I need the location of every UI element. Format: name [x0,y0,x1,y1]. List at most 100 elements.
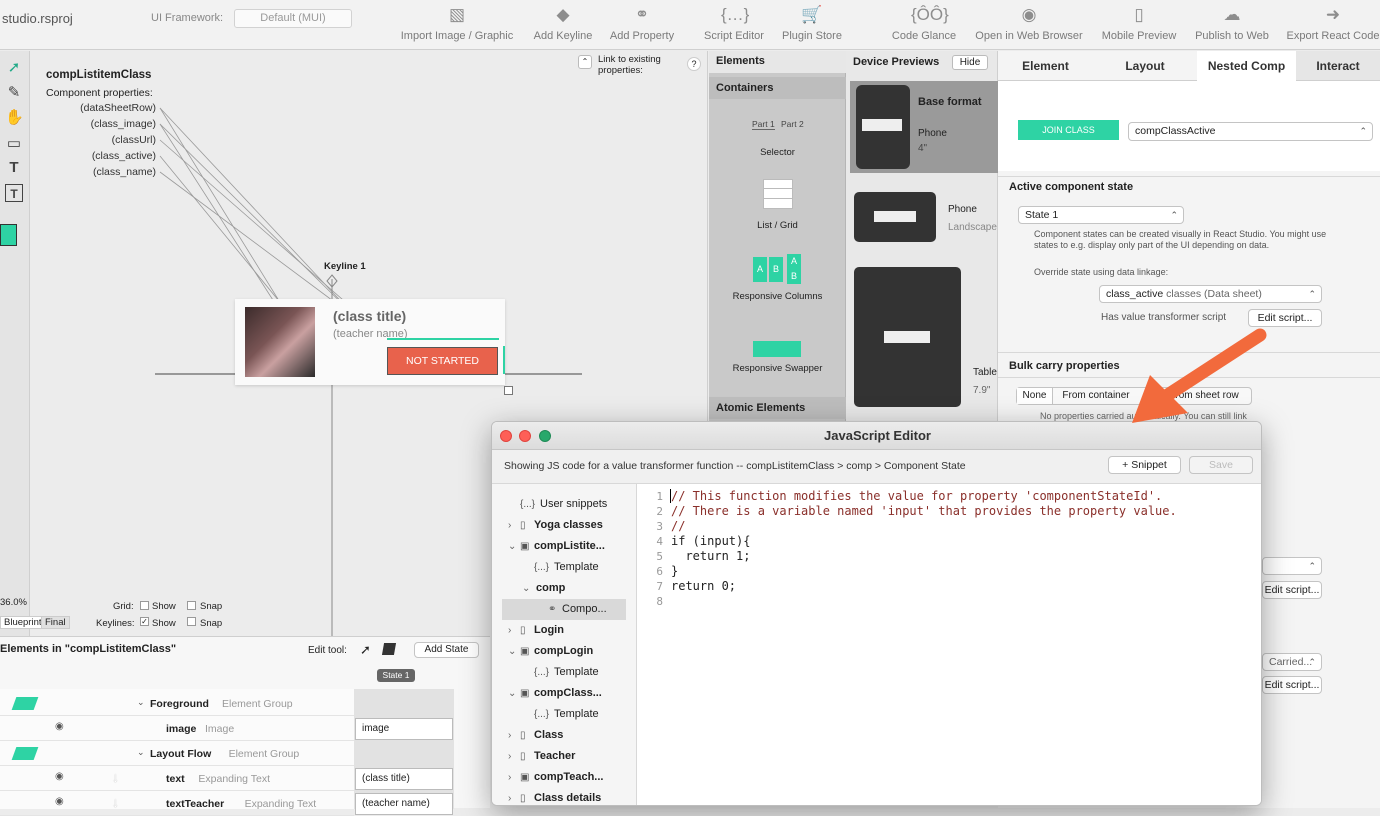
preview-base-format[interactable]: Base format Phone 4" [850,81,998,173]
tab-element[interactable]: Element [998,51,1093,81]
atomic-elements-header[interactable]: Atomic Elements [709,397,846,419]
fill-color-swatch[interactable] [0,224,17,246]
eye-icon[interactable]: ◉ [55,721,64,732]
hide-previews-button[interactable]: Hide [952,55,988,70]
element-row[interactable]: ◉ image Image [0,716,354,741]
add-snippet-button[interactable]: + Snippet [1108,456,1181,474]
resize-handle[interactable] [504,386,513,395]
chevron-right-icon[interactable]: › [508,620,511,641]
rectangle-tool-icon[interactable]: ▭ [5,135,23,153]
textbox-tool-icon[interactable]: T [5,184,23,202]
state-badge[interactable]: State 1 [377,669,415,682]
preview-tablet[interactable] [854,267,961,407]
script-editor-button[interactable]: {…} Script Editor [700,4,768,48]
final-toggle[interactable]: Final [41,616,70,629]
list-item-card[interactable]: (class title) (teacher name) NOT STARTED [235,299,505,385]
publish-to-web-button[interactable]: ☁ Publish to Web [1192,4,1272,48]
edit-script-button-2[interactable]: Edit script... [1262,581,1322,599]
responsive-swapper-element[interactable]: Responsive Swapper [729,363,826,374]
code-glance-button[interactable]: {ÔÔ} Code Glance [890,4,958,48]
tree-item[interactable]: › ▯ Login [492,620,637,641]
bulk-none-option[interactable]: None [1017,388,1053,404]
status-badge[interactable]: NOT STARTED [387,347,498,375]
pointer-edit-icon[interactable]: ➚ [360,642,371,658]
code-line[interactable]: return 1; [671,549,750,564]
paint-edit-icon[interactable] [381,643,397,655]
responsive-columns-element[interactable]: Responsive Columns [729,291,826,302]
element-row[interactable]: ◉ ↓ text Expanding Text [0,766,354,791]
property-select-1[interactable] [1262,557,1322,575]
save-button[interactable]: Save [1189,456,1253,474]
state-value-cell[interactable]: (teacher name) [355,793,453,815]
element-row[interactable]: ⌄ Foreground Element Group [0,691,354,716]
tree-item[interactable]: {...} Template [492,557,637,578]
tab-interact[interactable]: Interact [1296,51,1380,81]
chevron-down-icon[interactable]: ⌄ [508,536,516,557]
add-state-button[interactable]: Add State [414,642,479,658]
tree-item[interactable]: {...} Template [492,704,637,725]
selector-element[interactable]: Selector [709,147,846,158]
chevron-right-icon[interactable]: › [508,746,511,767]
list-grid-element[interactable]: List / Grid [709,220,846,231]
chevron-right-icon[interactable]: › [508,788,511,805]
tree-item[interactable]: ⌄ ▣ compLogin [492,641,637,662]
chevron-right-icon[interactable]: › [508,767,511,788]
code-line[interactable]: // [671,519,685,534]
plugin-store-button[interactable]: 🛒 Plugin Store [780,4,844,48]
add-property-button[interactable]: ⚭ Add Property [607,4,677,48]
add-keyline-button[interactable]: ◆ Add Keyline [531,4,595,48]
eye-icon[interactable]: ◉ [55,771,64,782]
class-image[interactable] [245,307,315,377]
edit-script-button-3[interactable]: Edit script... [1262,676,1322,694]
containers-header[interactable]: Containers [709,77,846,99]
blueprint-toggle[interactable]: Blueprint [0,616,46,629]
chevron-down-icon[interactable]: ⌄ [137,697,145,708]
tree-item[interactable]: {...} Template [492,662,637,683]
export-react-code-button[interactable]: ➜ Export React Code [1286,4,1380,48]
tree-item[interactable]: ⌄ ▣ compListite... [492,536,637,557]
code-line[interactable]: if (input){ [671,534,750,549]
tree-item[interactable]: › ▯ Teacher [492,746,637,767]
state-select[interactable]: State 1 [1018,206,1184,224]
tab-layout[interactable]: Layout [1093,51,1197,81]
minimize-window-icon[interactable] [519,430,531,442]
open-in-web-browser-button[interactable]: ◉ Open in Web Browser [972,4,1086,48]
tree-item[interactable]: {...} User snippets [492,494,637,515]
tree-item[interactable]: ⌄ comp [492,578,637,599]
keylines-show-checkbox[interactable]: ✓ [140,617,149,626]
chevron-right-icon[interactable]: › [508,515,511,536]
import-image-graphic-button[interactable]: ▧ Import Image / Graphic [396,4,518,48]
tree-item[interactable]: › ▣ compTeach... [492,767,637,788]
code-line[interactable]: return 0; [671,579,736,594]
code-line[interactable]: // There is a variable named 'input' tha… [671,504,1177,519]
chevron-down-icon[interactable]: ⌄ [508,641,516,662]
linkage-select[interactable]: class_active classes (Data sheet) [1099,285,1322,303]
chevron-down-icon[interactable]: ⌄ [508,683,516,704]
keylines-snap-checkbox[interactable] [187,617,196,626]
pointer-tool-icon[interactable]: ➚ [5,59,23,77]
close-window-icon[interactable] [500,430,512,442]
collapse-icon[interactable]: ⌃ [578,55,592,69]
tab-nested-comp[interactable]: Nested Comp [1197,51,1296,81]
grid-show-checkbox[interactable] [140,601,149,610]
help-icon[interactable]: ? [687,57,701,71]
chevron-right-icon[interactable]: › [508,725,511,746]
state-value-cell[interactable]: (class title) [355,768,453,790]
eyedropper-tool-icon[interactable]: ✎ [5,84,23,102]
element-row[interactable]: ◉ ↓ textTeacher Expanding Text [0,791,354,816]
tree-item[interactable]: ⌄ ▣ compClass... [492,683,637,704]
hand-tool-icon[interactable]: ✋ [5,109,24,127]
chevron-down-icon[interactable]: ⌄ [522,578,530,599]
tree-item[interactable]: › ▯ Class details [492,788,637,805]
tree-item[interactable]: › ▯ Class [492,725,637,746]
chevron-down-icon[interactable]: ⌄ [137,747,145,758]
eye-icon[interactable]: ◉ [55,796,64,807]
code-line[interactable]: } [671,564,678,579]
code-line[interactable]: // This function modifies the value for … [671,489,1162,504]
framework-select[interactable]: Default (MUI) [234,9,352,28]
tree-item[interactable]: › ▯ Yoga classes [492,515,637,536]
text-tool-icon[interactable]: T [5,159,23,177]
element-row[interactable]: ⌄ Layout Flow Element Group [0,741,354,766]
state-value-cell[interactable]: image [355,718,453,740]
nested-comp-select[interactable]: compClassActive [1128,122,1373,141]
